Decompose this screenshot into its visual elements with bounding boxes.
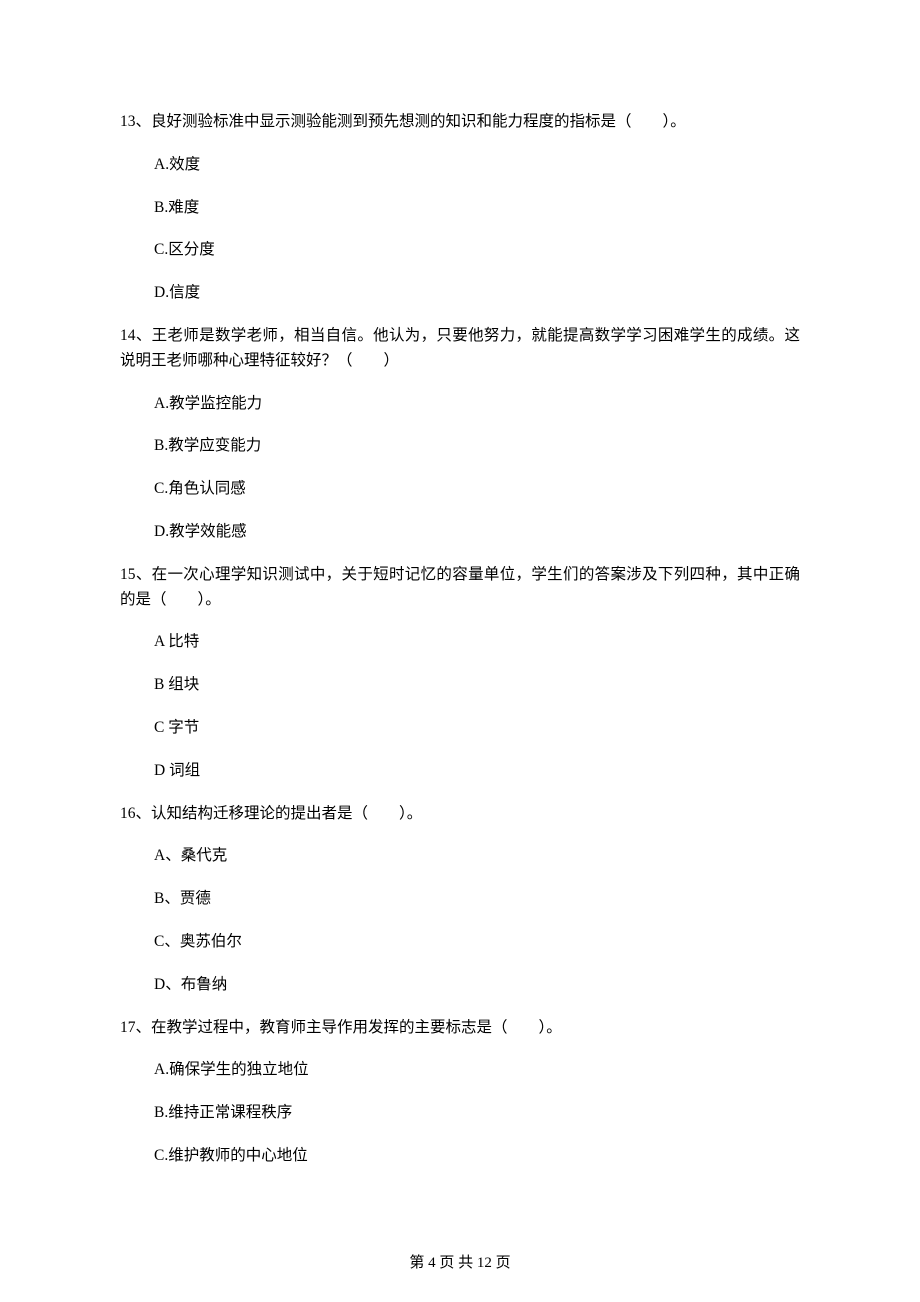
question-17: 17、在教学过程中，教育师主导作用发挥的主要标志是（ ）。 A.确保学生的独立地…: [120, 1016, 800, 1169]
question-number: 17、: [120, 1019, 151, 1036]
question-body: 良好测验标准中显示测验能测到预先想测的知识和能力程度的指标是（ ）。: [151, 113, 686, 130]
option-d: D 词组: [154, 759, 800, 784]
option-b: B.教学应变能力: [154, 434, 800, 459]
option-c: C.区分度: [154, 238, 800, 263]
question-number: 16、: [120, 805, 151, 822]
question-16: 16、认知结构迁移理论的提出者是（ ）。 A、桑代克 B、贾德 C、奥苏伯尔 D…: [120, 802, 800, 998]
question-text: 16、认知结构迁移理论的提出者是（ ）。: [120, 802, 800, 827]
option-d: D.信度: [154, 281, 800, 306]
question-body: 在教学过程中，教育师主导作用发挥的主要标志是（ ）。: [151, 1019, 562, 1036]
question-15: 15、在一次心理学知识测试中，关于短时记忆的容量单位，学生们的答案涉及下列四种，…: [120, 563, 800, 784]
options-list: A.效度 B.难度 C.区分度 D.信度: [120, 153, 800, 306]
option-c: C 字节: [154, 716, 800, 741]
option-c: C.角色认同感: [154, 477, 800, 502]
option-a: A.教学监控能力: [154, 392, 800, 417]
option-d: D、布鲁纳: [154, 973, 800, 998]
question-text: 13、良好测验标准中显示测验能测到预先想测的知识和能力程度的指标是（ ）。: [120, 110, 800, 135]
question-number: 13、: [120, 113, 151, 130]
options-list: A.确保学生的独立地位 B.维持正常课程秩序 C.维护教师的中心地位: [120, 1058, 800, 1168]
options-list: A、桑代克 B、贾德 C、奥苏伯尔 D、布鲁纳: [120, 844, 800, 997]
question-text: 17、在教学过程中，教育师主导作用发挥的主要标志是（ ）。: [120, 1016, 800, 1041]
page-content: 13、良好测验标准中显示测验能测到预先想测的知识和能力程度的指标是（ ）。 A.…: [0, 0, 920, 1169]
page-footer: 第 4 页 共 12 页: [0, 1251, 920, 1272]
option-b: B 组块: [154, 673, 800, 698]
question-number: 15、: [120, 566, 152, 583]
options-list: A.教学监控能力 B.教学应变能力 C.角色认同感 D.教学效能感: [120, 392, 800, 545]
question-body: 认知结构迁移理论的提出者是（ ）。: [151, 805, 422, 822]
question-number: 14、: [120, 327, 152, 344]
option-a: A.效度: [154, 153, 800, 178]
option-b: B、贾德: [154, 887, 800, 912]
option-c: C、奥苏伯尔: [154, 930, 800, 955]
option-c: C.维护教师的中心地位: [154, 1144, 800, 1169]
options-list: A 比特 B 组块 C 字节 D 词组: [120, 630, 800, 783]
question-body: 王老师是数学老师，相当自信。他认为，只要他努力，就能提高数学学习困难学生的成绩。…: [120, 327, 800, 369]
question-body: 在一次心理学知识测试中，关于短时记忆的容量单位，学生们的答案涉及下列四种，其中正…: [120, 566, 800, 608]
option-b: B.难度: [154, 196, 800, 221]
question-text: 14、王老师是数学老师，相当自信。他认为，只要他努力，就能提高数学学习困难学生的…: [120, 324, 800, 374]
option-b: B.维持正常课程秩序: [154, 1101, 800, 1126]
question-13: 13、良好测验标准中显示测验能测到预先想测的知识和能力程度的指标是（ ）。 A.…: [120, 110, 800, 306]
question-14: 14、王老师是数学老师，相当自信。他认为，只要他努力，就能提高数学学习困难学生的…: [120, 324, 800, 545]
option-a: A、桑代克: [154, 844, 800, 869]
question-text: 15、在一次心理学知识测试中，关于短时记忆的容量单位，学生们的答案涉及下列四种，…: [120, 563, 800, 613]
option-a: A 比特: [154, 630, 800, 655]
option-a: A.确保学生的独立地位: [154, 1058, 800, 1083]
option-d: D.教学效能感: [154, 520, 800, 545]
